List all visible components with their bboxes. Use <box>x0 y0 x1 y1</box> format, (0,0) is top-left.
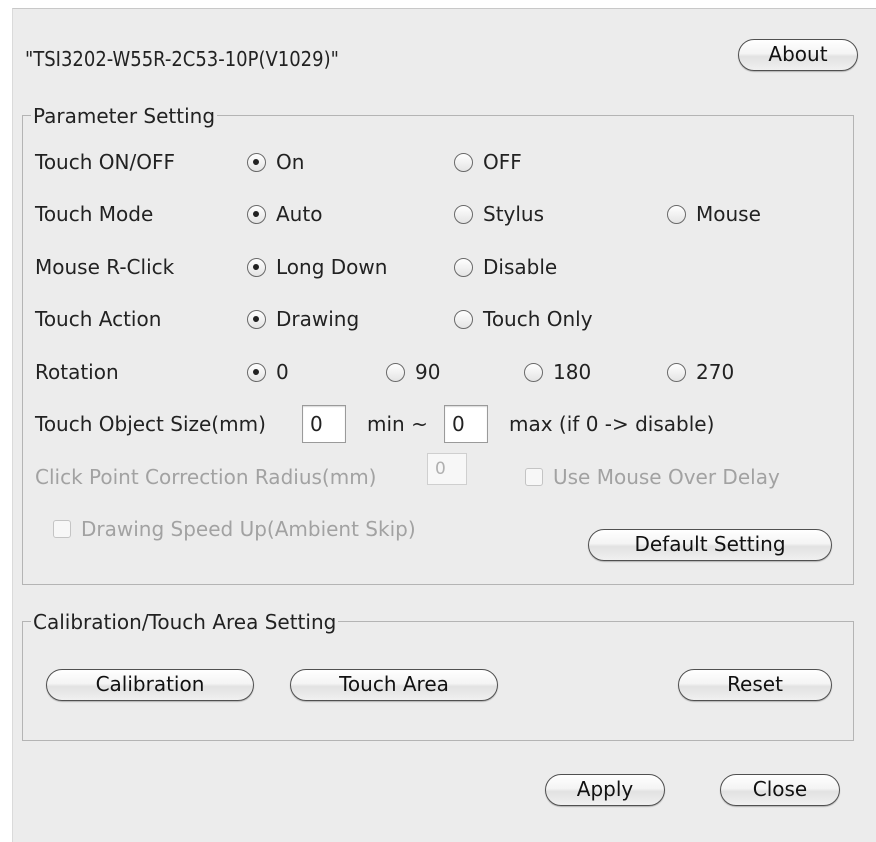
device-title: "TSI3202-W55R-2C53-10P(V1029)" <box>25 47 339 71</box>
object-size-min-input[interactable]: 0 <box>302 405 346 443</box>
correction-radius-input[interactable]: 0 <box>427 453 467 485</box>
default-setting-button[interactable]: Default Setting <box>588 529 832 561</box>
correction-radius-label: Click Point Correction Radius(mm) <box>35 465 377 489</box>
touch-area-button[interactable]: Touch Area <box>290 669 498 701</box>
rotation-270-radio[interactable]: 270 <box>667 360 734 384</box>
touch-mode-mouse-radio[interactable]: Mouse <box>667 202 761 226</box>
touch-on-label: On <box>276 150 305 174</box>
touch-object-size-label: Touch Object Size(mm) <box>35 412 266 436</box>
rotation-180-radio[interactable]: 180 <box>524 360 591 384</box>
touch-mode-stylus-label: Stylus <box>483 202 545 226</box>
rotation-0-radio[interactable]: 0 <box>247 360 289 384</box>
object-size-max-label: max (if 0 -> disable) <box>509 412 715 436</box>
rotation-label: Rotation <box>35 360 119 384</box>
touch-off-label: OFF <box>483 150 522 174</box>
radio-indicator <box>454 257 473 277</box>
radio-indicator <box>454 152 473 172</box>
checkbox-indicator <box>525 468 543 486</box>
checkbox-indicator <box>53 520 71 538</box>
calibration-button[interactable]: Calibration <box>46 669 254 701</box>
parameter-setting-title: Parameter Setting <box>31 104 218 128</box>
rotation-270-label: 270 <box>696 360 735 384</box>
close-button[interactable]: Close <box>720 774 840 806</box>
touch-off-radio[interactable]: OFF <box>454 150 522 174</box>
object-size-min-label: min ~ <box>367 412 428 436</box>
touch-action-drawing-radio[interactable]: Drawing <box>247 307 359 331</box>
touch-mode-mouse-label: Mouse <box>696 202 761 226</box>
about-button[interactable]: About <box>738 39 858 71</box>
rotation-0-label: 0 <box>276 360 289 384</box>
touch-onoff-label: Touch ON/OFF <box>35 150 175 174</box>
radio-selected-indicator <box>247 152 266 172</box>
mouse-over-delay-label: Use Mouse Over Delay <box>553 465 780 489</box>
touch-action-touch-only-radio[interactable]: Touch Only <box>454 307 593 331</box>
apply-button[interactable]: Apply <box>545 774 665 806</box>
mouse-rclick-label: Mouse R-Click <box>35 255 175 279</box>
rclick-long-down-radio[interactable]: Long Down <box>247 255 387 279</box>
radio-indicator <box>386 362 405 382</box>
touch-action-touch-only-label: Touch Only <box>483 307 593 331</box>
touch-settings-dialog: "TSI3202-W55R-2C53-10P(V1029)" About Par… <box>12 8 876 842</box>
radio-indicator <box>454 309 473 329</box>
radio-selected-indicator <box>247 257 266 277</box>
touch-action-label: Touch Action <box>35 307 162 331</box>
parameter-setting-group <box>22 115 854 585</box>
rotation-90-label: 90 <box>415 360 441 384</box>
radio-indicator <box>524 362 543 382</box>
rclick-disable-label: Disable <box>483 255 558 279</box>
drawing-speed-up-label: Drawing Speed Up(Ambient Skip) <box>81 517 416 541</box>
touch-on-radio[interactable]: On <box>247 150 304 174</box>
mouse-over-delay-checkbox[interactable]: Use Mouse Over Delay <box>525 465 780 489</box>
drawing-speed-up-checkbox[interactable]: Drawing Speed Up(Ambient Skip) <box>53 517 416 541</box>
rotation-90-radio[interactable]: 90 <box>386 360 440 384</box>
touch-action-drawing-label: Drawing <box>276 307 360 331</box>
touch-mode-auto-radio[interactable]: Auto <box>247 202 322 226</box>
rclick-disable-radio[interactable]: Disable <box>454 255 557 279</box>
radio-selected-indicator <box>247 204 266 224</box>
calibration-setting-title: Calibration/Touch Area Setting <box>31 610 339 634</box>
reset-button[interactable]: Reset <box>678 669 832 701</box>
object-size-max-input[interactable]: 0 <box>444 405 488 443</box>
radio-indicator <box>454 204 473 224</box>
touch-mode-stylus-radio[interactable]: Stylus <box>454 202 544 226</box>
radio-indicator <box>667 362 686 382</box>
radio-selected-indicator <box>247 309 266 329</box>
radio-selected-indicator <box>247 362 266 382</box>
radio-indicator <box>667 204 686 224</box>
rotation-180-label: 180 <box>553 360 592 384</box>
touch-mode-label: Touch Mode <box>35 202 154 226</box>
touch-mode-auto-label: Auto <box>276 202 323 226</box>
rclick-long-down-label: Long Down <box>276 255 388 279</box>
